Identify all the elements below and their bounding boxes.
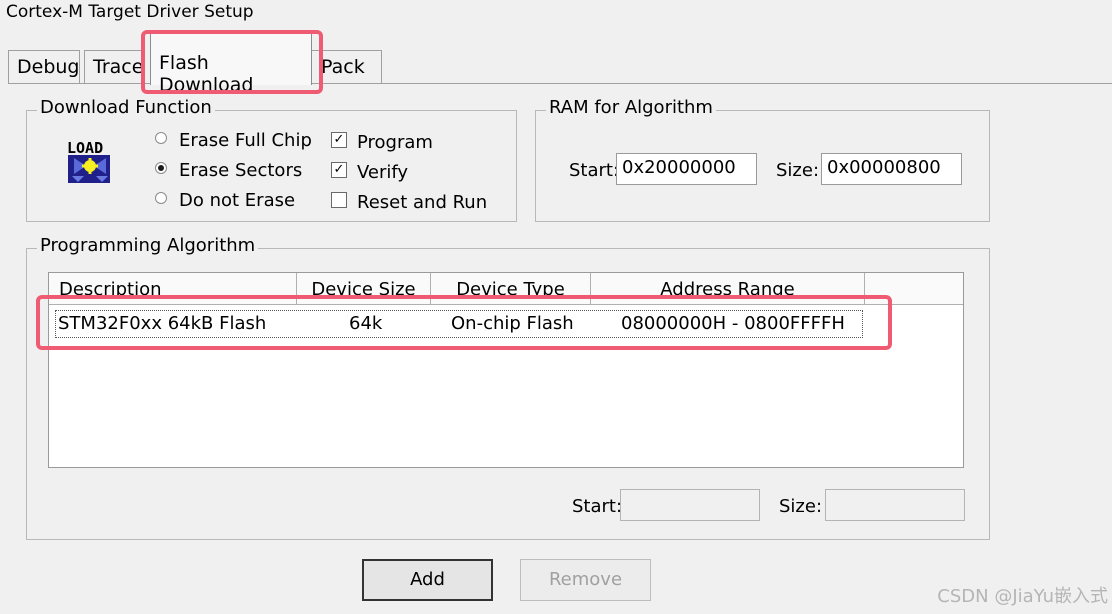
radio-label: Erase Full Chip: [179, 130, 312, 151]
checkbox[interactable]: ✓: [331, 132, 347, 148]
checkbox-verify[interactable]: ✓ Verify: [331, 162, 408, 183]
ram-start-label: Start:: [569, 160, 620, 181]
download-function-legend: Download Function: [37, 97, 215, 118]
radio-button[interactable]: [155, 132, 167, 144]
cell-device-size: 64k: [349, 313, 383, 334]
tab-pack[interactable]: Pack: [310, 50, 382, 84]
add-button[interactable]: Add: [362, 559, 493, 601]
ram-start-input[interactable]: 0x20000000: [616, 153, 757, 185]
algo-start-input[interactable]: [620, 489, 760, 521]
remove-button[interactable]: Remove: [520, 559, 651, 601]
algorithm-list[interactable]: Description Device Size Device Type Addr…: [48, 272, 964, 468]
cell-address-range: 08000000H - 0800FFFFH: [621, 313, 845, 334]
radio-label: Erase Sectors: [179, 160, 303, 181]
radio-button[interactable]: [155, 192, 167, 204]
load-icon: LOAD: [66, 138, 114, 186]
column-header-empty: [865, 273, 963, 305]
radio-button[interactable]: [155, 162, 167, 174]
checkbox-label: Program: [357, 132, 433, 153]
ram-for-algorithm-legend: RAM for Algorithm: [546, 97, 716, 118]
checkbox-reset-and-run[interactable]: Reset and Run: [331, 192, 487, 213]
tab-debug[interactable]: Debug: [8, 50, 80, 84]
tab-flash-download[interactable]: Flash Download: [150, 33, 312, 96]
window-title: Cortex-M Target Driver Setup: [6, 2, 254, 22]
cell-device-type: On-chip Flash: [451, 313, 574, 334]
ram-size-label: Size:: [776, 160, 820, 181]
column-header-address-range[interactable]: Address Range: [591, 273, 865, 305]
tab-trace[interactable]: Trace: [84, 50, 144, 84]
column-header-device-type[interactable]: Device Type: [431, 273, 591, 305]
cell-description: STM32F0xx 64kB Flash: [58, 313, 267, 334]
checkbox-program[interactable]: ✓ Program: [331, 132, 433, 153]
checkbox-label: Verify: [357, 162, 409, 183]
radio-erase-sectors[interactable]: Erase Sectors: [155, 160, 302, 181]
radio-erase-full-chip[interactable]: Erase Full Chip: [155, 130, 312, 151]
checkbox-label: Reset and Run: [357, 192, 488, 213]
radio-label: Do not Erase: [179, 190, 296, 211]
column-header-description[interactable]: Description: [49, 273, 297, 305]
algo-size-label: Size:: [779, 496, 823, 517]
checkbox[interactable]: ✓: [331, 162, 347, 178]
table-row[interactable]: STM32F0xx 64kB Flash 64k On-chip Flash 0…: [55, 310, 863, 338]
algo-start-label: Start:: [572, 496, 623, 517]
programming-algorithm-legend: Programming Algorithm: [37, 235, 259, 256]
watermark: CSDN @JiaYu嵌入式: [937, 586, 1108, 607]
checkbox[interactable]: [331, 192, 347, 208]
algo-size-input[interactable]: [825, 489, 965, 521]
ram-size-input[interactable]: 0x00000800: [821, 153, 962, 185]
svg-text:LOAD: LOAD: [67, 139, 103, 157]
column-header-device-size[interactable]: Device Size: [297, 273, 431, 305]
radio-do-not-erase[interactable]: Do not Erase: [155, 190, 295, 211]
